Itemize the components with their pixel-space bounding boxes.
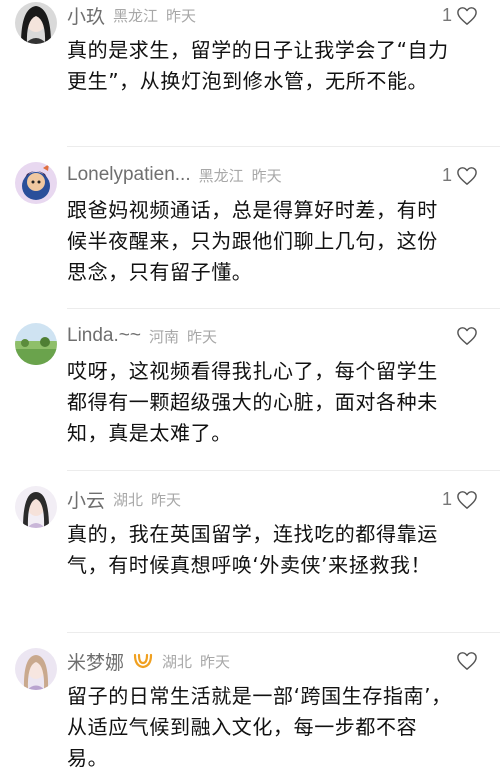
username[interactable]: 米梦娜 [67,648,124,675]
like-button[interactable] [452,651,478,671]
heart-outline-icon [457,6,477,25]
comment-item: 小云 湖北 昨天 1 真的，我在英国留学，连找吃的都得靠运气，有时候真想呼唤‘外… [0,486,500,636]
timestamp: 昨天 [151,490,182,509]
comment-header: Lonelypatien... 黑龙江 昨天 [67,163,480,187]
location: 湖北 [113,490,144,509]
comment-text: 跟爸妈视频通话，总是得算好时差，有时候半夜醒来，只为跟他们聊上几句，这份思念，只… [67,198,438,284]
timestamp: 昨天 [166,6,197,25]
comment-item: Lonelypatien... 黑龙江 昨天 1 跟爸妈视频通话，总是得算好时差… [0,162,500,312]
like-button[interactable]: 1 [442,5,478,26]
avatar[interactable] [15,162,57,204]
username[interactable]: Lonelypatien... [67,164,191,186]
comment-header: 米梦娜 湖北 昨天 [67,648,480,675]
like-count: 1 [441,5,452,25]
like-count: 1 [441,165,452,185]
divider [67,470,500,471]
comment-item: 米梦娜 湖北 昨天 留子的日常生活就是一部‘跨国生存指南’，从适应气候到融入文化… [0,648,500,775]
comment-header: Linda.~~ 河南 昨天 [67,324,480,348]
divider [67,308,500,309]
comment-text: 留子的日常生活就是一部‘跨国生存指南’，从适应气候到融入文化，每一步都不容易。 [67,684,452,770]
username[interactable]: Linda.~~ [67,325,141,347]
location: 湖北 [162,652,193,671]
comment-header: 小云 湖北 昨天 [67,486,480,513]
like-button[interactable]: 1 [442,489,478,510]
heart-outline-icon [457,652,477,670]
divider [67,146,500,147]
avatar[interactable] [15,2,57,44]
like-button[interactable] [452,326,478,346]
heart-outline-icon [457,166,477,185]
timestamp: 昨天 [186,327,217,346]
timestamp: 昨天 [200,652,231,671]
comment-header: 小玖 黑龙江 昨天 [67,2,480,29]
location: 黑龙江 [198,166,244,185]
divider [67,632,500,633]
username[interactable]: 小玖 [67,2,105,29]
membership-badge-icon [133,653,153,669]
comment-text: 真的是求生，留学的日子让我学会了“自力更生”，从换灯泡到修水管，无所不能。 [67,38,449,93]
heart-outline-icon [457,327,477,345]
comment-item: 小玖 黑龙江 昨天 1 真的是求生，留学的日子让我学会了“自力更生”，从换灯泡到… [0,2,500,152]
heart-outline-icon [457,490,477,509]
avatar[interactable] [15,323,57,365]
comment-feed: 小玖 黑龙江 昨天 1 真的是求生，留学的日子让我学会了“自力更生”，从换灯泡到… [0,0,500,775]
avatar[interactable] [15,648,57,690]
comment-text: 真的，我在英国留学，连找吃的都得靠运气，有时候真想呼唤‘外卖侠’来拯救我！ [67,522,438,577]
like-count: 1 [441,489,452,509]
like-button[interactable]: 1 [442,165,478,186]
avatar[interactable] [15,486,57,528]
comment-item: Linda.~~ 河南 昨天 哎呀，这视频看得我扎心了，每个留学生都得有一颗超级… [0,323,500,473]
timestamp: 昨天 [251,166,282,185]
location: 黑龙江 [113,6,159,25]
username[interactable]: 小云 [67,486,105,513]
location: 河南 [148,327,179,346]
comment-text: 哎呀，这视频看得我扎心了，每个留学生都得有一颗超级强大的心脏，面对各种未知，真是… [67,359,438,445]
